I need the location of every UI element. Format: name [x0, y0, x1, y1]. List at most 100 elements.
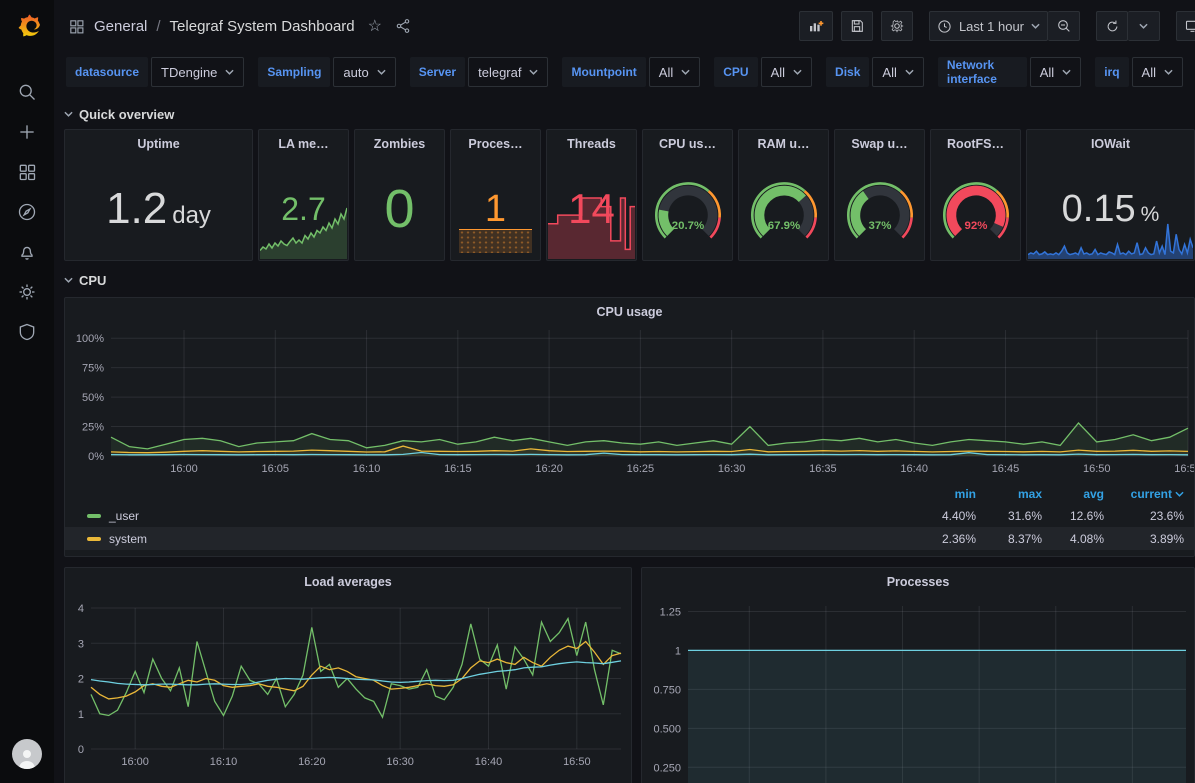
- legend-row-user[interactable]: _user4.40%31.6%12.6%23.6%: [65, 504, 1194, 527]
- svg-text:0.500: 0.500: [653, 723, 681, 735]
- stat-unit: %: [1141, 203, 1160, 227]
- sidebar: [0, 0, 54, 783]
- variable-current-value: telegraf: [478, 65, 521, 80]
- refresh-interval-dropdown[interactable]: [1128, 11, 1160, 41]
- svg-text:0.250: 0.250: [653, 762, 681, 774]
- time-range-picker[interactable]: Last 1 hour: [929, 11, 1048, 41]
- gauge: 92%: [932, 173, 1020, 245]
- panel-title[interactable]: LA me…: [259, 130, 348, 158]
- star-icon[interactable]: ☆: [368, 16, 382, 36]
- variable-label: Sampling: [258, 57, 330, 87]
- variable-disk: DiskAll: [826, 57, 924, 87]
- svg-text:1: 1: [78, 709, 84, 721]
- stat-panel-zombies: Zombies0: [354, 129, 445, 261]
- save-dashboard-button[interactable]: [841, 11, 873, 41]
- legend-sort-avg[interactable]: avg: [1042, 487, 1104, 501]
- svg-text:0.750: 0.750: [653, 684, 681, 696]
- gauge: 37%: [836, 173, 924, 245]
- variable-value-dropdown[interactable]: All: [649, 57, 700, 87]
- svg-text:16:10: 16:10: [210, 756, 238, 768]
- panel-title[interactable]: Processes: [642, 568, 1194, 596]
- legend-series-name[interactable]: _iowait: [87, 555, 902, 558]
- svg-text:16:10: 16:10: [353, 463, 381, 475]
- breadcrumb-section[interactable]: General: [94, 18, 147, 35]
- variable-value-dropdown[interactable]: All: [761, 57, 812, 87]
- processes-chart[interactable]: 0.2500.5000.75011.25: [642, 596, 1194, 783]
- svg-text:16:20: 16:20: [535, 463, 563, 475]
- variable-value-dropdown[interactable]: auto: [333, 57, 395, 87]
- variable-value-dropdown[interactable]: All: [1132, 57, 1183, 87]
- legend-min-value: 0.696%: [902, 555, 976, 558]
- legend-row-system[interactable]: system2.36%8.37%4.08%3.89%: [65, 527, 1194, 550]
- panel-title[interactable]: RootFS…: [931, 130, 1020, 158]
- stat-body: 67.9%: [739, 158, 828, 260]
- dashboard-settings-button[interactable]: [881, 11, 913, 41]
- row-toggle-cpu[interactable]: CPU: [64, 267, 1195, 293]
- stat-bar-fill: [459, 229, 532, 253]
- stat-number: 2.7: [281, 193, 325, 225]
- panel-title[interactable]: RAM u…: [739, 130, 828, 158]
- svg-text:16:30: 16:30: [718, 463, 746, 475]
- processes-panel: Processes 0.2500.5000.75011.25: [641, 567, 1195, 783]
- svg-text:16:15: 16:15: [444, 463, 472, 475]
- stat-panel-ramu: RAM u… 67.9%: [738, 129, 829, 261]
- panel-title[interactable]: Load averages: [65, 568, 631, 596]
- legend-series-swatch: [87, 514, 101, 518]
- stat-body: 1.2day: [65, 158, 252, 260]
- svg-text:16:55: 16:55: [1174, 463, 1194, 475]
- legend-series-name[interactable]: system: [87, 532, 902, 546]
- variable-value-dropdown[interactable]: All: [872, 57, 923, 87]
- panel-title[interactable]: Threads: [547, 130, 636, 158]
- refresh-button[interactable]: [1096, 11, 1128, 41]
- share-icon[interactable]: [395, 18, 411, 34]
- legend-sort-min[interactable]: min: [902, 487, 976, 501]
- zoom-out-time-button[interactable]: [1048, 11, 1080, 41]
- panel-title[interactable]: CPU usage: [65, 298, 1194, 326]
- gauge-value: 67.9%: [767, 220, 799, 232]
- legend-sort-max[interactable]: max: [976, 487, 1042, 501]
- row-toggle-quick-overview[interactable]: Quick overview: [64, 101, 1195, 127]
- legend-series-name[interactable]: _user: [87, 509, 902, 523]
- dashboards-icon[interactable]: [11, 160, 43, 184]
- legend-avg-value: 1.10%: [1042, 555, 1104, 558]
- svg-text:16:30: 16:30: [386, 756, 414, 768]
- dashboard-title[interactable]: Telegraf System Dashboard: [170, 18, 355, 35]
- svg-text:0%: 0%: [88, 451, 104, 463]
- panel-title[interactable]: Uptime: [65, 130, 252, 158]
- panel-title[interactable]: IOWait: [1027, 130, 1194, 158]
- svg-text:16:25: 16:25: [627, 463, 655, 475]
- panel-title[interactable]: Proces…: [451, 130, 540, 158]
- variable-value-dropdown[interactable]: TDengine: [151, 57, 244, 87]
- cpu-usage-panel: CPU usage 0%25%50%75%100%16:0016:0516:10…: [64, 297, 1195, 557]
- panel-title[interactable]: Swap u…: [835, 130, 924, 158]
- panel-title[interactable]: CPU us…: [643, 130, 732, 158]
- stat-body: 20.7%: [643, 158, 732, 260]
- legend-series-swatch: [87, 537, 101, 541]
- add-panel-button[interactable]: [799, 11, 833, 41]
- variable-label: datasource: [66, 57, 148, 87]
- user-avatar[interactable]: [12, 739, 42, 769]
- variable-current-value: All: [1040, 65, 1054, 80]
- variable-current-value: All: [1142, 65, 1156, 80]
- panel-title[interactable]: Zombies: [355, 130, 444, 158]
- stat-panel-swapu: Swap u… 37%: [834, 129, 925, 261]
- stat-value: 1: [485, 190, 506, 228]
- configuration-gear-icon[interactable]: [11, 280, 43, 304]
- svg-text:16:20: 16:20: [298, 756, 326, 768]
- variable-value-dropdown[interactable]: telegraf: [468, 57, 548, 87]
- legend-row-iowait[interactable]: _iowait0.696%1.11%1.10%1.04%: [65, 550, 1194, 557]
- grafana-logo-icon[interactable]: [10, 10, 44, 44]
- server-admin-shield-icon[interactable]: [11, 320, 43, 344]
- search-icon[interactable]: [11, 80, 43, 104]
- stat-number: 14: [568, 188, 615, 230]
- create-icon[interactable]: [11, 120, 43, 144]
- alerting-bell-icon[interactable]: [11, 240, 43, 264]
- legend-max-value: 1.11%: [976, 555, 1042, 558]
- variable-current-value: All: [882, 65, 896, 80]
- legend-min-value: 2.36%: [902, 532, 976, 546]
- variable-value-dropdown[interactable]: All: [1030, 57, 1081, 87]
- legend-sort-current[interactable]: current: [1104, 487, 1184, 501]
- kiosk-tv-button[interactable]: [1176, 11, 1195, 41]
- load-averages-chart[interactable]: 0123416:0016:1016:2016:3016:4016:50: [65, 596, 631, 783]
- explore-compass-icon[interactable]: [11, 200, 43, 224]
